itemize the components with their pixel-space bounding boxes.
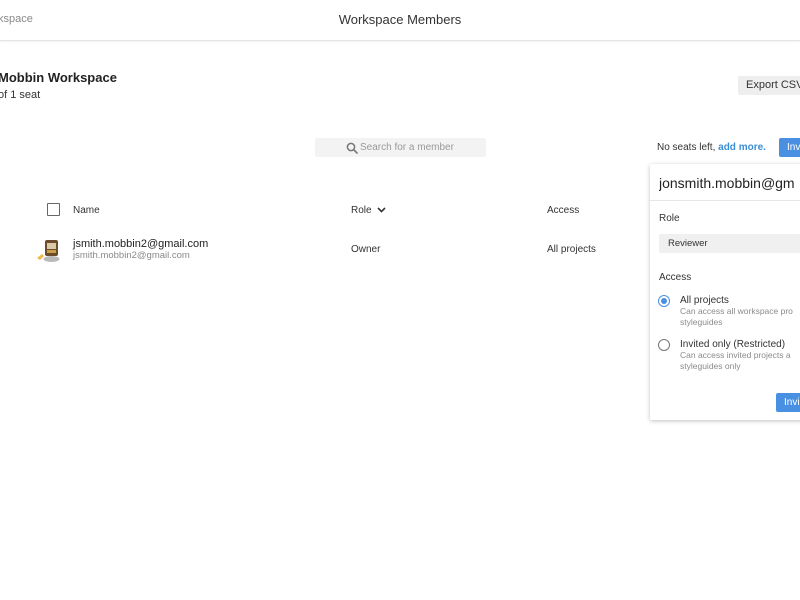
workspace-name: Mobbin Workspace xyxy=(0,70,117,85)
column-role-header[interactable]: Role xyxy=(351,205,386,216)
invited-only-description: Can access invited projects a styleguide… xyxy=(680,350,791,371)
seats-note-text: No seats left, xyxy=(657,142,716,153)
add-more-link[interactable]: add more. xyxy=(718,142,766,153)
invite-popover: Role Reviewer Access All projects Can ac… xyxy=(650,164,800,420)
workspace-seats: of 1 seat xyxy=(0,89,41,101)
invited-only-radio[interactable] xyxy=(658,339,670,351)
column-name-header: Name xyxy=(73,205,100,216)
role-select[interactable]: Reviewer xyxy=(659,234,800,253)
invite-email-field[interactable] xyxy=(659,172,800,194)
invite-button[interactable]: Invi xyxy=(779,138,800,157)
column-role-label: Role xyxy=(351,205,372,216)
invited-only-label[interactable]: Invited only (Restricted) xyxy=(680,339,785,350)
all-projects-radio[interactable] xyxy=(658,295,670,307)
member-access: All projects xyxy=(547,244,596,255)
chevron-down-icon xyxy=(377,207,386,213)
export-csv-button[interactable]: Export CSV xyxy=(738,76,800,95)
search-icon xyxy=(346,142,358,154)
top-bar: kspace Workspace Members xyxy=(0,0,800,41)
avatar xyxy=(37,240,60,262)
access-label: Access xyxy=(659,272,692,283)
role-label: Role xyxy=(659,213,680,224)
member-email: jsmith.mobbin2@gmail.com xyxy=(73,250,190,261)
select-all-checkbox[interactable] xyxy=(47,203,60,216)
page-title: Workspace Members xyxy=(338,12,462,27)
search-input[interactable] xyxy=(360,138,480,157)
column-access-header: Access xyxy=(547,205,580,216)
member-name: jsmith.mobbin2@gmail.com xyxy=(73,238,209,250)
search-box[interactable] xyxy=(315,138,486,157)
popover-invite-button[interactable]: Invi xyxy=(776,393,800,412)
seats-note: No seats left, add more. xyxy=(657,142,766,153)
member-role: Owner xyxy=(351,244,381,255)
all-projects-description: Can access all workspace pro styleguides xyxy=(680,306,793,327)
all-projects-label[interactable]: All projects xyxy=(680,295,729,306)
divider xyxy=(650,200,800,201)
